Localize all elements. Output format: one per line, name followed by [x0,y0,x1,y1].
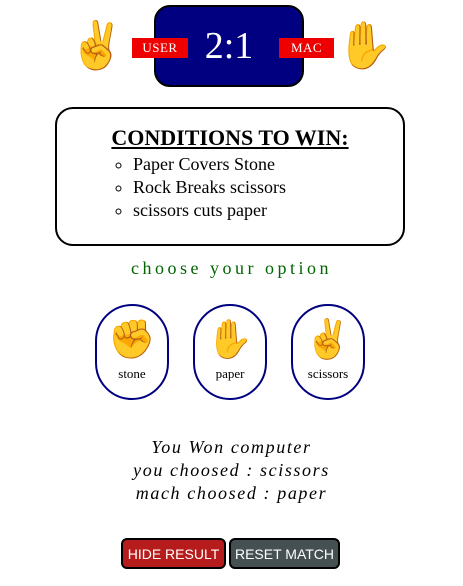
option-label: stone [118,366,146,381]
reset-match-button[interactable]: RESET MATCH [229,538,340,569]
hide-result-button[interactable]: HIDE RESULT [121,538,226,569]
stone-option-button[interactable]: ✊ stone [95,304,169,400]
mac-label: MAC [279,38,334,58]
rule-item: Paper Covers Stone [133,153,403,176]
rule-item: scissors cuts paper [133,199,403,222]
fist-icon: ✊ [108,317,156,361]
result-machine-choice: mach choosed : paper [135,483,328,503]
option-label: paper [215,366,245,381]
conditions-panel: CONDITIONS TO WIN: Paper Covers Stone Ro… [55,107,405,246]
scissors-option-button[interactable]: ✌️ scissors [291,304,365,400]
choose-prompt: choose your option [131,258,332,278]
option-label: scissors [307,366,349,381]
rules-list: Paper Covers Stone Rock Breaks scissors … [133,153,403,222]
mac-hand-icon: ✋ [336,18,394,72]
result-outcome: You Won computer [151,437,312,457]
victory-hand-icon: ✌️ [304,317,352,361]
paper-option-button[interactable]: ✋ paper [193,304,267,400]
result-user-choice: you choosed : scissors [133,460,330,480]
user-label: USER [132,38,188,58]
score-value: 2:1 [204,25,254,67]
user-hand-icon: ✌️ [68,18,126,72]
rule-item: Rock Breaks scissors [133,176,403,199]
raised-hand-icon: ✋ [206,317,254,361]
conditions-title: CONDITIONS TO WIN: [111,125,349,150]
